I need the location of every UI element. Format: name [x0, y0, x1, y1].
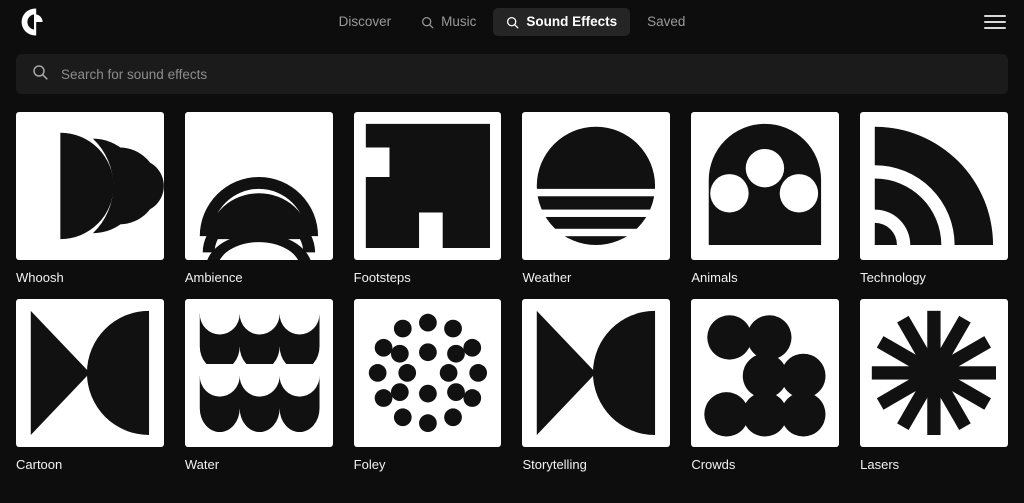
category-label: Storytelling — [522, 457, 587, 473]
whoosh-crescents-icon — [16, 112, 164, 260]
water-waves-icon — [184, 299, 333, 448]
category-card-storytelling[interactable]: Storytelling — [522, 299, 671, 473]
technology-signal-icon — [860, 112, 1008, 260]
category-label: Animals — [691, 269, 738, 285]
nav-item-label: Sound Effects — [526, 14, 618, 30]
category-label: Whoosh — [16, 269, 64, 285]
category-label: Ambience — [184, 269, 243, 285]
category-label: Technology — [860, 269, 926, 285]
category-label: Footsteps — [353, 269, 411, 285]
category-card-ambience[interactable]: Ambience — [184, 112, 333, 285]
crowds-circles-icon — [691, 299, 840, 448]
category-card-water[interactable]: Water — [184, 299, 333, 473]
search-icon — [32, 64, 48, 85]
nav-item-saved[interactable]: Saved — [634, 8, 698, 36]
nav-item-label: Discover — [338, 14, 392, 30]
category-label: Foley — [353, 457, 386, 473]
nav-item-sound-effects[interactable]: Sound Effects — [493, 8, 631, 36]
category-card-animals[interactable]: Animals — [691, 112, 840, 285]
category-card-crowds[interactable]: Crowds — [691, 299, 840, 473]
sound-effects-category-grid: Whoosh Ambience Footsteps Weather Animal… — [0, 94, 1024, 473]
category-card-foley[interactable]: Foley — [353, 299, 502, 473]
category-card-footsteps[interactable]: Footsteps — [353, 112, 502, 285]
search-icon — [506, 16, 519, 29]
category-card-weather[interactable]: Weather — [522, 112, 671, 285]
category-label: Water — [184, 457, 220, 473]
category-card-cartoon[interactable]: Cartoon — [16, 299, 164, 472]
storytelling-triangle-halfdisc-icon — [522, 299, 671, 448]
category-label: Crowds — [691, 457, 736, 473]
category-card-technology[interactable]: Technology — [860, 112, 1008, 285]
foley-dots-icon — [353, 299, 502, 448]
footsteps-stairs-icon — [353, 112, 502, 260]
app-header: Discover Music Sound Effects Saved — [0, 0, 1024, 44]
nav-item-label: Music — [441, 14, 477, 30]
main-navigation: Discover Music Sound Effects Saved — [0, 0, 1024, 44]
category-card-whoosh[interactable]: Whoosh — [16, 112, 164, 285]
category-label: Cartoon — [16, 457, 63, 473]
search-bar[interactable] — [16, 54, 1008, 94]
weather-sun-bands-icon — [522, 112, 671, 260]
nav-item-music[interactable]: Music — [408, 8, 489, 36]
hamburger-menu-icon[interactable] — [984, 11, 1006, 33]
search-input[interactable] — [61, 66, 992, 82]
nav-item-label: Saved — [647, 14, 686, 30]
animals-paw-icon — [691, 112, 840, 260]
cartoon-triangle-halfdisc-icon — [16, 299, 164, 448]
category-label: Weather — [522, 269, 572, 285]
search-section — [0, 44, 1024, 94]
search-icon — [421, 16, 434, 29]
ambience-arcs-icon — [184, 112, 333, 260]
category-label: Lasers — [860, 457, 900, 473]
nav-item-discover[interactable]: Discover — [326, 8, 405, 36]
category-card-lasers[interactable]: Lasers — [860, 299, 1008, 472]
lasers-starburst-icon — [860, 299, 1008, 448]
